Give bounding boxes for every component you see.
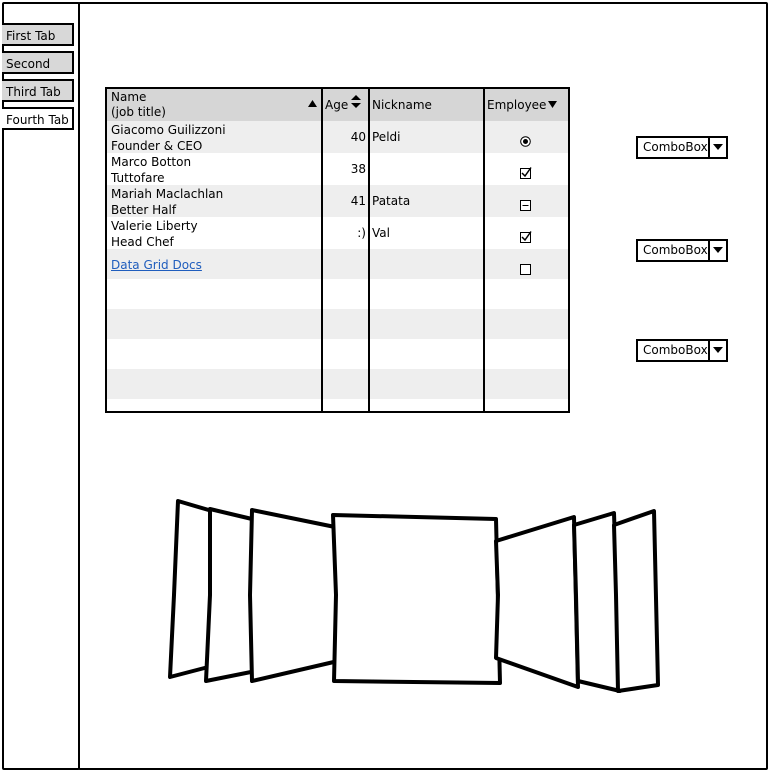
table-row bbox=[107, 279, 568, 309]
cell-nickname: Peldi bbox=[372, 130, 401, 144]
cell-title: Head Chef bbox=[111, 235, 174, 249]
tab-first[interactable]: First Tab bbox=[2, 23, 74, 46]
cover-flow[interactable] bbox=[160, 495, 670, 695]
cell-age: 38 bbox=[350, 162, 366, 176]
tab-second[interactable]: Second Tab bbox=[2, 51, 74, 94]
combobox-2[interactable]: ComboBox bbox=[636, 239, 728, 262]
combobox-1[interactable]: ComboBox bbox=[636, 136, 728, 159]
cell-age: 41 bbox=[350, 194, 366, 208]
cell-name: Valerie Liberty bbox=[111, 219, 198, 233]
chevron-down-icon[interactable] bbox=[708, 138, 726, 157]
table-row bbox=[107, 399, 568, 411]
data-grid: Name (job title) Age Nickname Employee G… bbox=[105, 87, 570, 413]
cell-name: Marco Botton bbox=[111, 155, 192, 169]
cell-nickname: Patata bbox=[372, 194, 411, 208]
cell-name: Mariah Maclachlan bbox=[111, 187, 224, 201]
table-row bbox=[107, 339, 568, 369]
cell-age: 40 bbox=[350, 130, 366, 144]
column-divider[interactable] bbox=[321, 89, 323, 411]
combobox-value: ComboBox bbox=[643, 343, 708, 357]
triangle-up-icon[interactable] bbox=[308, 100, 317, 110]
cover-item bbox=[494, 515, 580, 689]
radio-selected-icon[interactable] bbox=[520, 132, 531, 151]
header-name-sub: (job title) bbox=[111, 105, 166, 119]
chevron-down-icon[interactable] bbox=[708, 241, 726, 260]
column-divider[interactable] bbox=[368, 89, 370, 411]
cell-name: Giacomo Guilizzoni bbox=[111, 123, 226, 137]
cover-item bbox=[612, 509, 660, 693]
checkbox-unchecked-icon[interactable] bbox=[520, 260, 531, 279]
tab-fourth[interactable]: Fourth Tab bbox=[2, 107, 74, 130]
combobox-value: ComboBox bbox=[643, 243, 708, 257]
cover-item bbox=[248, 508, 340, 683]
column-divider[interactable] bbox=[483, 89, 485, 411]
checkbox-indeterminate-icon[interactable] bbox=[520, 196, 531, 215]
cell-age: :) bbox=[357, 226, 366, 240]
data-grid-docs-link[interactable]: Data Grid Docs bbox=[111, 257, 202, 273]
table-row bbox=[107, 369, 568, 399]
header-nickname[interactable]: Nickname bbox=[372, 97, 432, 113]
chevron-down-icon[interactable] bbox=[708, 341, 726, 360]
tab-third[interactable]: Third Tab bbox=[2, 79, 74, 102]
cell-title: Tuttofare bbox=[111, 171, 165, 185]
cell-title: Better Half bbox=[111, 203, 177, 217]
sort-updown-icon[interactable] bbox=[351, 95, 361, 112]
header-employee[interactable]: Employee bbox=[487, 97, 546, 113]
triangle-down-icon[interactable] bbox=[548, 101, 557, 111]
table-row bbox=[107, 309, 568, 339]
header-name[interactable]: Name bbox=[111, 89, 146, 105]
checkbox-checked-icon[interactable] bbox=[520, 164, 532, 183]
cell-nickname: Val bbox=[372, 226, 390, 240]
cover-item bbox=[331, 513, 502, 685]
combobox-3[interactable]: ComboBox bbox=[636, 339, 728, 362]
cell-title: Founder & CEO bbox=[111, 139, 203, 153]
checkbox-checked-icon[interactable] bbox=[520, 228, 532, 247]
header-age[interactable]: Age bbox=[325, 97, 348, 113]
combobox-value: ComboBox bbox=[643, 140, 708, 154]
